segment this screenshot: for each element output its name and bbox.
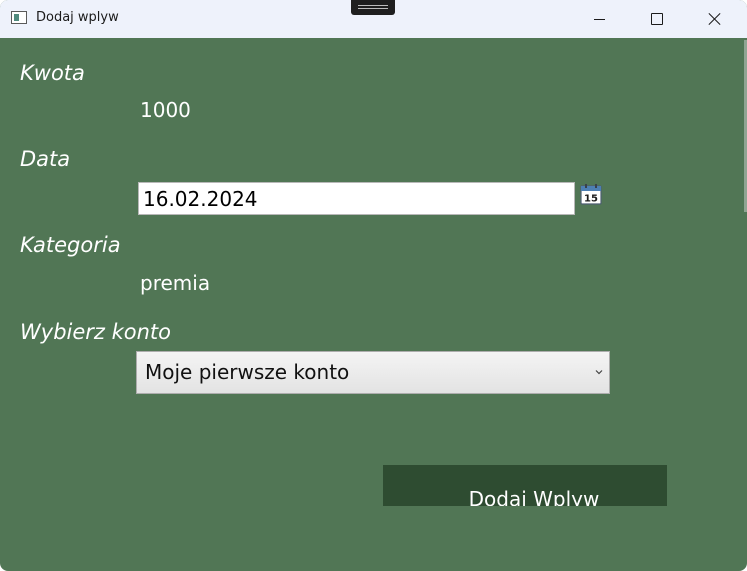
title-bar[interactable]: Dodaj wplyw bbox=[0, 0, 747, 38]
date-input[interactable] bbox=[138, 182, 575, 215]
minimize-icon bbox=[593, 18, 605, 20]
add-income-button-label: Dodaj Wplyw bbox=[468, 487, 600, 506]
chevron-down-icon bbox=[595, 370, 603, 375]
minimize-button[interactable] bbox=[570, 0, 628, 38]
app-window-icon bbox=[11, 11, 27, 24]
account-selected-value: Moje pierwsze konto bbox=[145, 360, 350, 384]
add-income-button[interactable]: Dodaj Wplyw bbox=[383, 465, 667, 506]
window-title: Dodaj wplyw bbox=[36, 10, 119, 25]
calendar-icon[interactable]: 15 bbox=[580, 183, 602, 205]
maximize-button[interactable] bbox=[628, 0, 686, 38]
account-select[interactable]: Moje pierwsze konto bbox=[136, 351, 610, 394]
account-label: Wybierz konto bbox=[20, 320, 172, 344]
category-label: Kategoria bbox=[20, 233, 121, 257]
date-label: Data bbox=[20, 147, 71, 171]
calendar-day-text: 15 bbox=[584, 194, 598, 205]
category-value: premia bbox=[140, 271, 211, 295]
amount-label: Kwota bbox=[20, 61, 85, 85]
amount-value: 1000 bbox=[140, 98, 191, 122]
snap-grip-handle[interactable] bbox=[351, 0, 395, 15]
maximize-icon bbox=[651, 13, 663, 25]
close-icon bbox=[709, 13, 721, 25]
app-window: Dodaj wplyw Kwota 1000 Data 15 Kategoria… bbox=[0, 0, 747, 571]
close-button[interactable] bbox=[686, 0, 744, 38]
